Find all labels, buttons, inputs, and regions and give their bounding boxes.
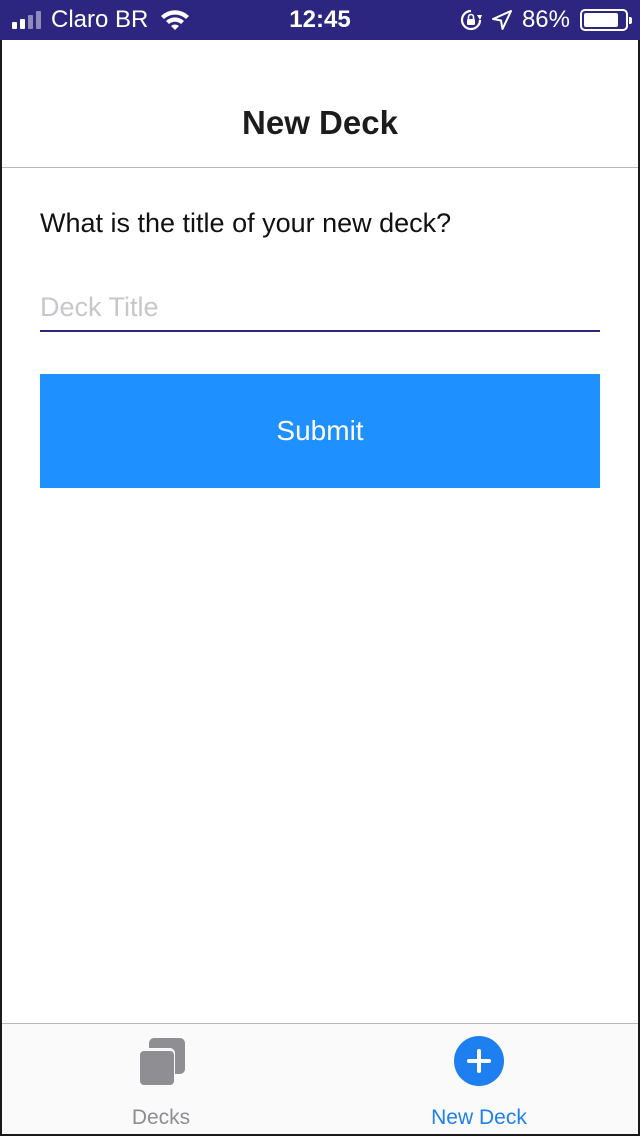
status-bar: Claro BR 12:45 86% xyxy=(0,0,640,40)
deck-title-input[interactable] xyxy=(40,284,600,332)
plus-circle-icon xyxy=(454,1036,504,1086)
tab-new-deck[interactable]: New Deck xyxy=(320,1024,638,1134)
submit-button[interactable]: Submit xyxy=(40,374,600,488)
battery-percent: 86% xyxy=(521,6,570,33)
location-icon xyxy=(491,10,512,30)
status-bar-right: 86% xyxy=(460,0,632,40)
tab-new-deck-label: New Deck xyxy=(431,1106,527,1129)
frame-border-left xyxy=(0,40,2,1136)
battery-icon xyxy=(580,9,632,31)
tab-bar: Decks New Deck xyxy=(2,1023,638,1134)
navigation-header: New Deck xyxy=(2,40,638,168)
tab-decks-label: Decks xyxy=(131,1106,191,1129)
decks-icon xyxy=(135,1036,187,1093)
orientation-lock-icon xyxy=(460,9,482,31)
battery-tip xyxy=(629,17,632,24)
tab-decks[interactable]: Decks xyxy=(2,1024,320,1134)
page-title: New Deck xyxy=(242,104,398,141)
battery-fill xyxy=(584,13,618,27)
deck-title-prompt: What is the title of your new deck? xyxy=(40,208,452,238)
